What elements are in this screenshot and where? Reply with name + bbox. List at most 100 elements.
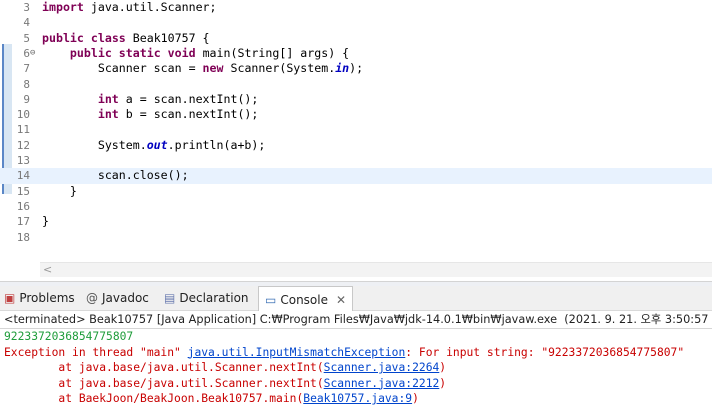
stack-prefix: at java.base/java.util.Scanner.nextInt( xyxy=(4,361,324,374)
close-icon[interactable]: ✕ xyxy=(336,293,346,307)
line-number: 8 xyxy=(23,77,30,91)
stack-trace-line: at java.base/java.util.Scanner.nextInt(S… xyxy=(4,376,446,392)
keyword-token: int xyxy=(97,107,119,122)
code-text: System.out.println(a+b); xyxy=(42,137,266,153)
code-editor[interactable]: 3 import java.util.Scanner; 4 5 public class… xyxy=(0,0,712,282)
stack-suffix: ) xyxy=(412,392,419,405)
console-header: <terminated> Beak10757 [Java Application… xyxy=(0,311,712,329)
line-number: 16 xyxy=(16,199,30,213)
scroll-left-icon[interactable]: < xyxy=(43,263,52,276)
stack-trace-line: at java.base/java.util.Scanner.nextInt(S… xyxy=(4,360,446,376)
bottom-panel-tabs: ▣ Problems @ Javadoc ▤ Declaration ▭ Console ✕ xyxy=(0,286,712,312)
code-line[interactable]: 3 import java.util.Scanner; xyxy=(0,0,712,15)
tab-label: Problems xyxy=(19,291,75,305)
line-number: 5 xyxy=(23,31,30,45)
exception-class-link[interactable]: java.util.InputMismatchException xyxy=(188,346,406,359)
tab-label: Javadoc xyxy=(102,291,149,305)
field-token: out xyxy=(146,137,168,152)
keyword-token: new xyxy=(202,61,224,76)
exception-line: Exception in thread "main" java.util.Inp… xyxy=(4,345,684,361)
line-number: 7 xyxy=(23,62,30,76)
code-line[interactable]: 14 scan.close(); xyxy=(0,168,712,184)
line-number: 14 xyxy=(16,169,30,183)
code-text: } xyxy=(42,214,49,229)
code-line[interactable]: 8 xyxy=(0,77,712,92)
code-text: } xyxy=(42,184,77,199)
stack-prefix: at java.base/java.util.Scanner.nextInt( xyxy=(4,376,324,390)
code-token: a = scan.nextInt(); xyxy=(118,91,259,106)
tab-label: Declaration xyxy=(179,291,249,305)
code-text: scan.close(); xyxy=(42,168,189,183)
line-number: 13 xyxy=(16,154,30,167)
code-token: Scanner(System. xyxy=(223,61,336,76)
code-line[interactable]: 17} xyxy=(0,214,712,229)
stack-prefix: at BaekJoon/BeakJoon.Beak10757.main( xyxy=(4,392,304,405)
horizontal-scrollbar[interactable]: < xyxy=(40,262,712,277)
console-input-echo: 9223372036854775807 xyxy=(4,330,134,343)
tab-problems[interactable]: ▣ Problems xyxy=(4,286,75,310)
code-line[interactable]: 18 xyxy=(0,230,712,245)
code-text: Scanner scan = new Scanner(System.in); xyxy=(42,61,363,76)
code-line[interactable]: 13 xyxy=(0,153,712,168)
tab-label: Console xyxy=(280,292,328,307)
console-view[interactable]: <terminated> Beak10757 [Java Application… xyxy=(0,311,712,418)
problems-icon: ▣ xyxy=(4,291,16,305)
line-number: 18 xyxy=(16,230,30,244)
code-token: scan.close(); xyxy=(42,168,189,183)
keyword-token: class xyxy=(90,30,126,45)
code-line[interactable]: 10 int b = scan.nextInt(); xyxy=(0,107,712,122)
code-text: int b = scan.nextInt(); xyxy=(42,107,259,122)
stack-source-link[interactable]: Scanner.java:2264 xyxy=(324,361,440,374)
code-token: System. xyxy=(42,137,147,152)
keyword-token: public xyxy=(69,45,112,60)
line-number: 4 xyxy=(23,16,30,30)
code-token: Scanner scan = xyxy=(42,61,203,76)
console-icon: ▭ xyxy=(265,292,277,307)
code-line[interactable]: 11 xyxy=(0,122,712,137)
exception-message: : For input string: "9223372036854775807… xyxy=(405,345,685,359)
line-number: 9 xyxy=(23,92,30,106)
code-text: public class Beak10757 { xyxy=(42,31,210,46)
code-line[interactable]: 7 Scanner scan = new Scanner(System.in); xyxy=(0,61,712,76)
tab-javadoc[interactable]: @ Javadoc xyxy=(86,286,149,310)
code-token: main(String[] args) { xyxy=(195,45,350,60)
code-token: .println(a+b); xyxy=(167,137,266,152)
keyword-token: public xyxy=(42,30,84,45)
code-token: b = scan.nextInt(); xyxy=(118,107,259,122)
tab-console[interactable]: ▭ Console ✕ xyxy=(258,286,354,312)
code-text: public static void main(String[] args) { xyxy=(42,46,349,61)
keyword-token: static xyxy=(118,45,161,60)
code-token: } xyxy=(42,214,49,229)
keyword-token: int xyxy=(97,91,119,106)
line-number: 10 xyxy=(16,108,30,122)
code-text: import java.util.Scanner; xyxy=(42,0,217,15)
code-line[interactable]: 9 int a = scan.nextInt(); xyxy=(0,92,712,107)
declaration-icon: ▤ xyxy=(164,291,176,305)
code-token: java.util.Scanner; xyxy=(83,0,217,14)
stack-suffix: ) xyxy=(439,376,447,390)
code-line[interactable]: 4 xyxy=(0,15,712,30)
code-token: Beak10757 { xyxy=(125,30,210,45)
line-number: 11 xyxy=(16,123,30,137)
line-number: 17 xyxy=(16,215,30,229)
javadoc-icon: @ xyxy=(86,291,98,305)
code-line[interactable]: 12 System.out.println(a+b); xyxy=(0,138,712,153)
code-line[interactable]: 16 xyxy=(0,199,712,214)
fold-toggle-icon[interactable]: ⊖ xyxy=(30,46,35,61)
stack-suffix: ) xyxy=(439,361,447,374)
stack-source-link[interactable]: Beak10757.java:9 xyxy=(303,392,412,405)
code-line[interactable]: 15 } xyxy=(0,184,712,199)
line-number: 12 xyxy=(16,138,30,152)
line-number: 3 xyxy=(23,1,30,14)
code-line[interactable]: 6 ⊖ public static void main(String[] args… xyxy=(0,46,712,61)
tab-declaration[interactable]: ▤ Declaration xyxy=(164,286,249,310)
keyword-token: import xyxy=(42,0,84,14)
stack-source-link[interactable]: Scanner.java:2212 xyxy=(324,377,440,390)
exception-prefix: Exception in thread "main" xyxy=(4,345,188,359)
code-line[interactable]: 5 public class Beak10757 { xyxy=(0,31,712,46)
